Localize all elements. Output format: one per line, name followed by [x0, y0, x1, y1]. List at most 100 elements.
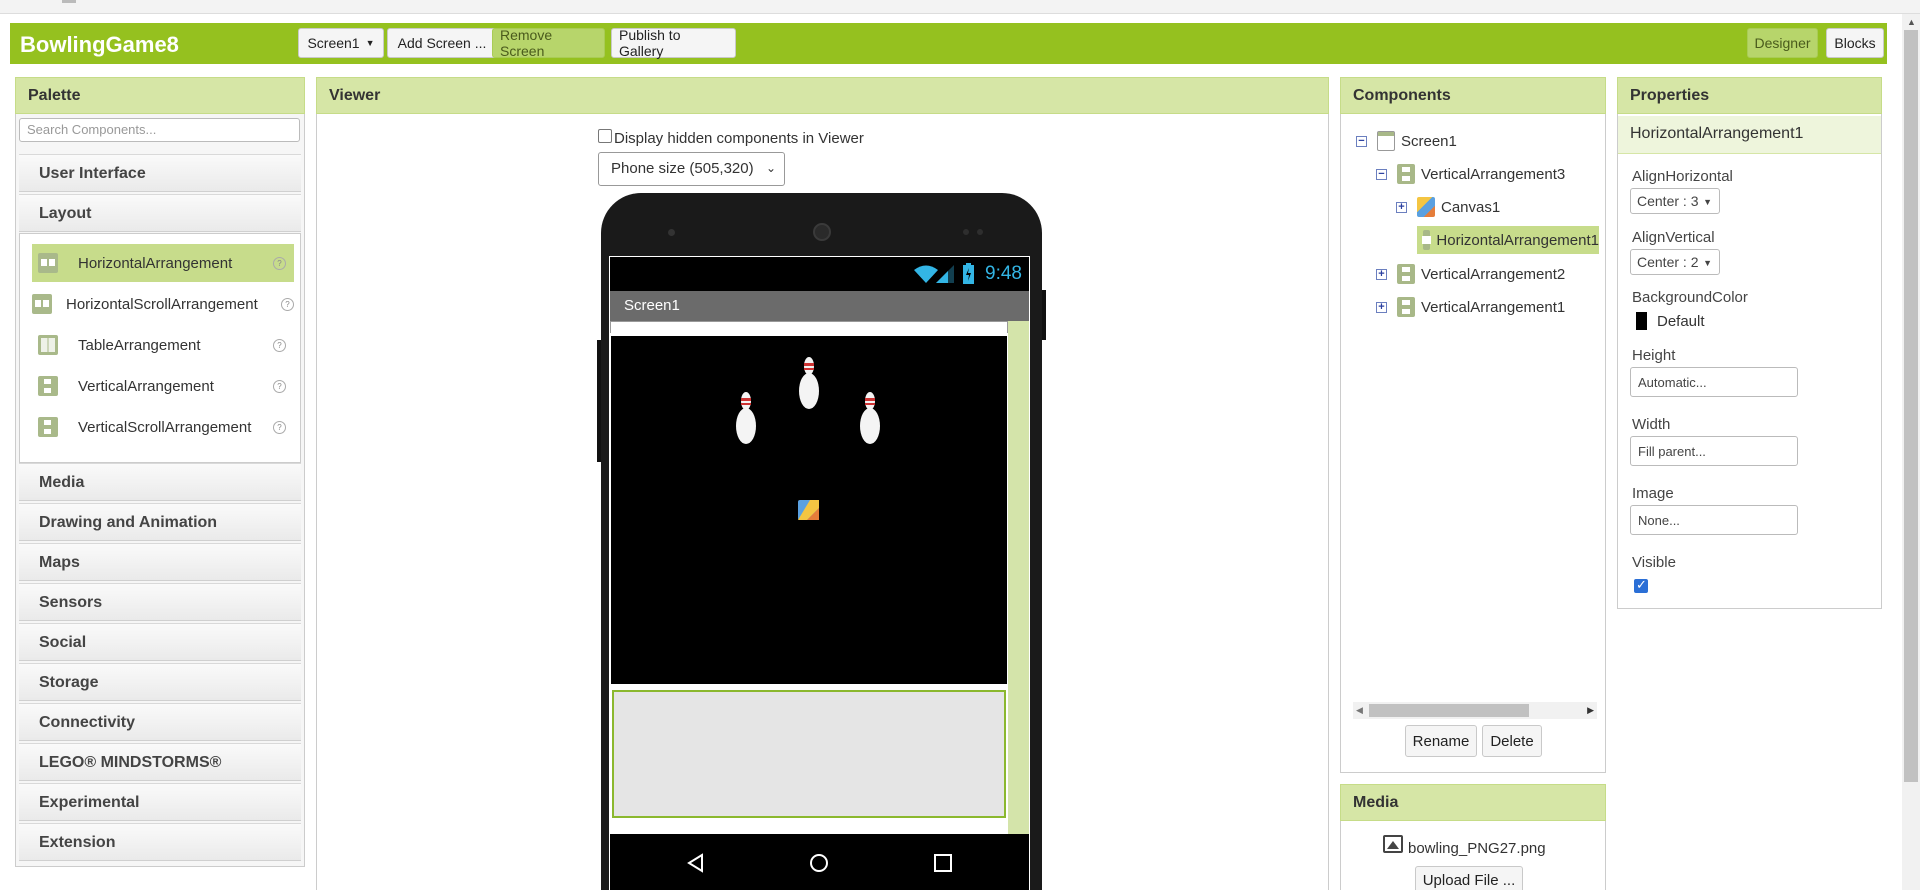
vertical-arrangement-icon — [38, 376, 58, 396]
screen-dropdown-label: Screen1 — [307, 35, 360, 51]
canvas-icon — [1417, 197, 1435, 217]
tree-item-verticalarrangement2[interactable]: + VerticalArrangement2 — [1376, 262, 1565, 286]
align-vertical-select[interactable]: Center : 2 ▼ — [1630, 249, 1720, 275]
page-vertical-scrollbar[interactable]: ▲ — [1902, 14, 1920, 890]
scrollbar-thumb[interactable] — [1369, 704, 1529, 717]
align-vertical-label: AlignVertical — [1632, 229, 1715, 246]
height-input[interactable]: Automatic... — [1630, 367, 1798, 397]
align-vertical-value: Center : 2 — [1637, 254, 1699, 270]
help-icon[interactable]: ? — [281, 297, 294, 311]
category-social[interactable]: Social — [19, 623, 301, 661]
background-color-label: BackgroundColor — [1632, 289, 1748, 306]
help-icon[interactable]: ? — [273, 420, 286, 434]
width-input[interactable]: Fill parent... — [1630, 436, 1798, 466]
height-label: Height — [1632, 347, 1676, 364]
palette-item-label: VerticalArrangement — [78, 377, 214, 395]
tree-item-label: Screen1 — [1401, 132, 1457, 150]
category-connectivity[interactable]: Connectivity — [19, 703, 301, 741]
help-icon[interactable]: ? — [273, 379, 286, 393]
display-hidden-checkbox[interactable] — [598, 129, 612, 143]
palette-title: Palette — [15, 77, 305, 114]
help-icon[interactable]: ? — [273, 256, 286, 270]
tree-item-label: VerticalArrangement3 — [1421, 165, 1566, 183]
scrollbar-thumb[interactable] — [1904, 30, 1918, 782]
scroll-left-icon[interactable]: ◀ — [1356, 705, 1363, 716]
remove-screen-button[interactable]: Remove Screen — [492, 27, 605, 59]
category-sensors[interactable]: Sensors — [19, 583, 301, 621]
category-storage[interactable]: Storage — [19, 663, 301, 701]
category-extension[interactable]: Extension — [19, 823, 301, 861]
category-lego-mindstorms[interactable]: LEGO® MINDSTORMS® — [19, 743, 301, 781]
phone-size-value: Phone size (505,320) — [611, 160, 754, 177]
phone-size-select[interactable]: Phone size (505,320) ⌄ — [598, 152, 785, 186]
designer-button[interactable]: Designer — [1747, 28, 1818, 58]
tree-item-verticalarrangement1[interactable]: + VerticalArrangement1 — [1376, 295, 1565, 319]
tree-item-horizontalarrangement1[interactable]: HorizontalArrangement1 — [1417, 226, 1599, 254]
background-color-value[interactable]: Default — [1657, 313, 1705, 330]
publish-button[interactable]: Publish to Gallery — [611, 27, 736, 59]
category-user-interface[interactable]: User Interface — [19, 154, 301, 192]
tree-item-label: Canvas1 — [1441, 198, 1501, 216]
phone-camera — [668, 229, 675, 236]
status-time: 9:48 — [985, 263, 1022, 284]
width-label: Width — [1632, 416, 1671, 433]
rename-button[interactable]: Rename — [1405, 725, 1477, 757]
align-horizontal-select[interactable]: Center : 3 ▼ — [1630, 188, 1720, 214]
components-horizontal-scrollbar[interactable]: ◀ ▶ — [1353, 702, 1597, 719]
image-file-icon — [1383, 835, 1403, 853]
media-file-name[interactable]: bowling_PNG27.png — [1408, 840, 1546, 857]
palette-item-horizontal-scroll-arrangement[interactable]: HorizontalScrollArrangement ? — [26, 285, 296, 323]
tree-item-canvas1[interactable]: + Canvas1 — [1396, 195, 1500, 219]
collapse-icon[interactable]: − — [1376, 168, 1387, 180]
category-maps[interactable]: Maps — [19, 543, 301, 581]
properties-component-name: HorizontalArrangement1 — [1618, 116, 1881, 154]
color-swatch[interactable] — [1636, 312, 1647, 330]
tree-item-screen1[interactable]: − Screen1 — [1356, 129, 1457, 153]
palette-item-label: HorizontalArrangement — [78, 254, 233, 272]
bowling-pin-icon — [736, 392, 756, 444]
image-label: Image — [1632, 485, 1674, 502]
category-experimental[interactable]: Experimental — [19, 783, 301, 821]
add-screen-button[interactable]: Add Screen ... — [387, 28, 497, 58]
horizontal-arrangement-icon — [38, 253, 58, 273]
caret-down-icon: ▼ — [365, 38, 375, 48]
scroll-up-icon[interactable]: ▲ — [1907, 17, 1916, 27]
visible-label: Visible — [1632, 554, 1676, 571]
phone-screen-title: Screen1 — [610, 291, 1029, 321]
blocks-button[interactable]: Blocks — [1826, 28, 1884, 58]
tree-item-label: VerticalArrangement1 — [1421, 298, 1566, 316]
phone-sensor — [963, 229, 969, 235]
visible-checkbox[interactable] — [1634, 577, 1648, 593]
expand-icon[interactable]: + — [1376, 301, 1387, 313]
category-layout[interactable]: Layout — [19, 194, 301, 232]
table-arrangement-icon — [38, 335, 58, 355]
palette-item-table-arrangement[interactable]: TableArrangement ? — [32, 326, 294, 364]
phone-sensor — [977, 229, 983, 235]
expand-icon[interactable]: + — [1396, 201, 1407, 213]
display-hidden-label: Display hidden components in Viewer — [614, 130, 864, 147]
category-media[interactable]: Media — [19, 463, 301, 501]
tree-item-verticalarrangement3[interactable]: − VerticalArrangement3 — [1376, 162, 1565, 186]
help-icon[interactable]: ? — [273, 338, 286, 352]
scroll-right-icon[interactable]: ▶ — [1587, 705, 1594, 716]
expand-icon[interactable]: + — [1376, 268, 1387, 280]
caret-down-icon: ▼ — [1703, 258, 1712, 268]
horizontal-arrangement-icon — [1422, 230, 1432, 250]
vertical-arrangement-icon — [1397, 164, 1415, 184]
horizontal-arrangement1-preview[interactable] — [612, 690, 1006, 818]
category-drawing-and-animation[interactable]: Drawing and Animation — [19, 503, 301, 541]
layout-components-list: HorizontalArrangement ? HorizontalScroll… — [19, 233, 301, 463]
image-input[interactable]: None... — [1630, 505, 1798, 535]
canvas1-preview[interactable] — [611, 336, 1007, 684]
recents-icon — [934, 854, 952, 872]
screen-dropdown[interactable]: Screen1 ▼ — [298, 28, 384, 58]
collapse-icon[interactable]: − — [1356, 135, 1367, 147]
chevron-down-icon: ⌄ — [765, 161, 776, 175]
bowling-pin-icon — [860, 392, 880, 444]
upload-file-button[interactable]: Upload File ... — [1415, 866, 1523, 890]
palette-item-vertical-scroll-arrangement[interactable]: VerticalScrollArrangement ? — [32, 408, 294, 446]
delete-button[interactable]: Delete — [1482, 725, 1542, 757]
palette-item-horizontal-arrangement[interactable]: HorizontalArrangement ? — [32, 244, 294, 282]
search-components-input[interactable]: Search Components... — [19, 118, 300, 142]
palette-item-vertical-arrangement[interactable]: VerticalArrangement ? — [32, 367, 294, 405]
